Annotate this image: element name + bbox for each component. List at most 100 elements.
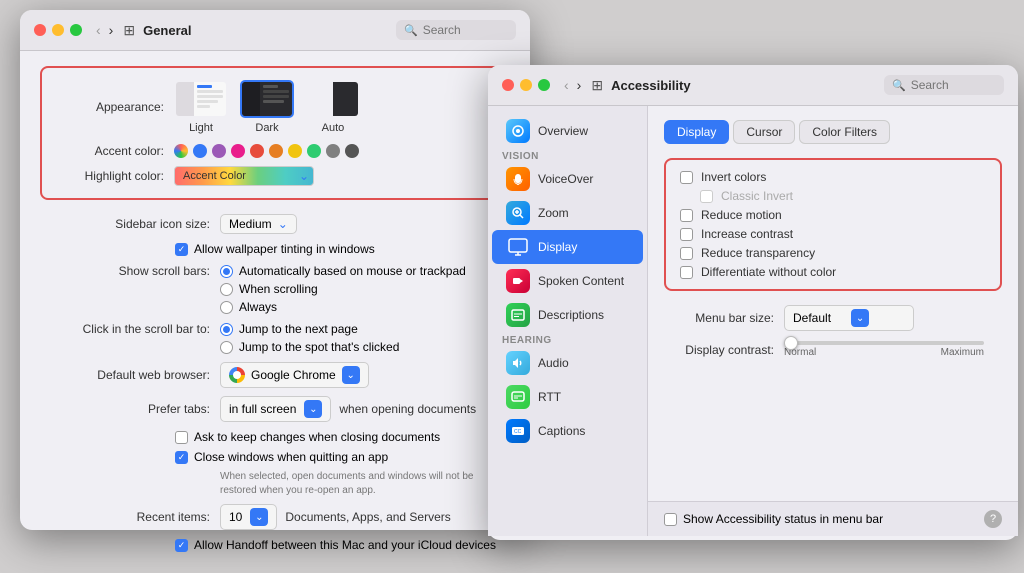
sidebar-size-select[interactable]: Medium ⌄: [220, 214, 297, 234]
grid-icon: ⊞: [123, 22, 135, 39]
close-button[interactable]: [34, 24, 46, 36]
tab-cursor[interactable]: Cursor: [733, 120, 795, 144]
scroll-auto-label: Automatically based on mouse or trackpad: [239, 264, 466, 278]
sidebar-spoken-label: Spoken Content: [538, 274, 624, 288]
chrome-icon: [229, 367, 245, 383]
sidebar-item-rtt[interactable]: RTT: [492, 380, 643, 414]
acc-right-panel: Display Cursor Color Filters Invert colo…: [648, 106, 1018, 536]
differentiate-color-label: Differentiate without color: [701, 265, 836, 279]
acc-search-input[interactable]: [911, 78, 991, 92]
general-search-bar[interactable]: 🔍: [396, 20, 516, 40]
auto-label: Auto: [322, 122, 345, 134]
display-icon: [506, 235, 530, 259]
wallpaper-tinting-row: ✓ Allow wallpaper tinting in windows: [175, 242, 510, 256]
sidebar-item-zoom[interactable]: Zoom: [492, 196, 643, 230]
click-next-row: Jump to the next page: [220, 322, 399, 336]
recent-items-select[interactable]: 10 ⌄: [220, 504, 277, 530]
color-yellow[interactable]: [288, 144, 302, 158]
sidebar-item-audio[interactable]: Audio: [492, 346, 643, 380]
display-contrast-label: Display contrast:: [664, 343, 774, 357]
general-search-input[interactable]: [423, 23, 503, 37]
acc-back-arrow[interactable]: ‹: [562, 77, 571, 93]
sidebar-size-value: Medium: [229, 217, 272, 231]
acc-help-button[interactable]: ?: [984, 510, 1002, 528]
acc-grid-icon: ⊞: [591, 77, 603, 94]
scroll-scrolling-row: When scrolling: [220, 282, 466, 296]
scroll-bars-label: Show scroll bars:: [40, 264, 210, 278]
click-next-radio[interactable]: [220, 323, 233, 336]
prefer-tabs-select[interactable]: in full screen ⌄: [220, 396, 331, 422]
display-options-section: Invert colors Classic Invert Reduce moti…: [664, 158, 1002, 291]
sidebar-item-captions[interactable]: CC Captions: [492, 414, 643, 448]
color-purple[interactable]: [212, 144, 226, 158]
sidebar-descriptions-label: Descriptions: [538, 308, 604, 322]
ask-keep-changes-checkbox[interactable]: [175, 431, 188, 444]
minimize-button[interactable]: [52, 24, 64, 36]
recent-items-arrow[interactable]: ⌄: [250, 508, 268, 526]
close-windows-checkbox[interactable]: ✓: [175, 451, 188, 464]
accessibility-status-checkbox[interactable]: [664, 513, 677, 526]
color-green[interactable]: [307, 144, 321, 158]
web-browser-row: Default web browser: Google Chrome ⌄: [40, 362, 510, 388]
reduce-motion-checkbox[interactable]: [680, 209, 693, 222]
contrast-slider-thumb[interactable]: [784, 336, 798, 350]
accent-color-label: Accent color:: [54, 144, 164, 158]
scroll-scrolling-label: When scrolling: [239, 282, 318, 296]
reduce-transparency-checkbox[interactable]: [680, 247, 693, 260]
wallpaper-tinting-checkbox[interactable]: ✓: [175, 243, 188, 256]
accessibility-window-title: Accessibility: [611, 78, 884, 93]
acc-minimize-button[interactable]: [520, 79, 532, 91]
handoff-checkbox[interactable]: ✓: [175, 539, 188, 552]
highlight-select[interactable]: Accent Color ⌄: [174, 166, 314, 186]
acc-forward-arrow[interactable]: ›: [575, 77, 584, 93]
sidebar-item-display[interactable]: Display: [492, 230, 643, 264]
differentiate-color-checkbox[interactable]: [680, 266, 693, 279]
differentiate-color-option: Differentiate without color: [680, 265, 986, 279]
acc-search-bar[interactable]: 🔍: [884, 75, 1004, 95]
click-spot-radio[interactable]: [220, 341, 233, 354]
sidebar-item-spoken-content[interactable]: Spoken Content: [492, 264, 643, 298]
color-pink[interactable]: [231, 144, 245, 158]
web-browser-select[interactable]: Google Chrome ⌄: [220, 362, 369, 388]
invert-colors-checkbox[interactable]: [680, 171, 693, 184]
acc-sidebar: Overview Vision VoiceOver: [488, 106, 648, 536]
menu-bar-size-row: Menu bar size: Default ⌄: [664, 305, 1002, 331]
sidebar-audio-label: Audio: [538, 356, 569, 370]
color-orange[interactable]: [269, 144, 283, 158]
slider-max-label: Maximum: [941, 347, 984, 358]
close-windows-note: When selected, open documents and window…: [220, 470, 510, 498]
appearance-option-auto[interactable]: Auto: [306, 80, 360, 134]
scroll-scrolling-radio[interactable]: [220, 283, 233, 296]
recent-items-count: 10: [229, 510, 242, 524]
menu-bar-dropdown-arrow[interactable]: ⌄: [851, 309, 869, 327]
prefer-tabs-label: Prefer tabs:: [40, 402, 210, 416]
back-arrow[interactable]: ‹: [94, 22, 103, 38]
acc-maximize-button[interactable]: [538, 79, 550, 91]
forward-arrow[interactable]: ›: [107, 22, 116, 38]
tab-display[interactable]: Display: [664, 120, 729, 144]
acc-search-icon: 🔍: [892, 79, 906, 92]
contrast-slider-track[interactable]: [784, 341, 984, 345]
acc-close-button[interactable]: [502, 79, 514, 91]
audio-icon: [506, 351, 530, 375]
scroll-auto-radio[interactable]: [220, 265, 233, 278]
sidebar-icon-size-row: Sidebar icon size: Medium ⌄: [40, 214, 510, 234]
scroll-always-radio[interactable]: [220, 301, 233, 314]
increase-contrast-checkbox[interactable]: [680, 228, 693, 241]
browser-dropdown-arrow[interactable]: ⌄: [342, 366, 360, 384]
color-dark[interactable]: [345, 144, 359, 158]
classic-invert-checkbox[interactable]: [700, 190, 713, 203]
sidebar-rtt-label: RTT: [538, 390, 561, 404]
color-multicolor[interactable]: [174, 144, 188, 158]
maximize-button[interactable]: [70, 24, 82, 36]
tab-color-filters[interactable]: Color Filters: [799, 120, 890, 144]
color-graphite[interactable]: [326, 144, 340, 158]
highlight-color-label: Highlight color:: [54, 169, 164, 183]
color-red[interactable]: [250, 144, 264, 158]
tabs-dropdown-arrow[interactable]: ⌄: [304, 400, 322, 418]
appearance-option-light[interactable]: Light: [174, 80, 228, 134]
sidebar-item-voiceover[interactable]: VoiceOver: [492, 162, 643, 196]
color-blue[interactable]: [193, 144, 207, 158]
menu-bar-size-select[interactable]: Default ⌄: [784, 305, 914, 331]
appearance-option-dark[interactable]: Dark: [240, 80, 294, 134]
